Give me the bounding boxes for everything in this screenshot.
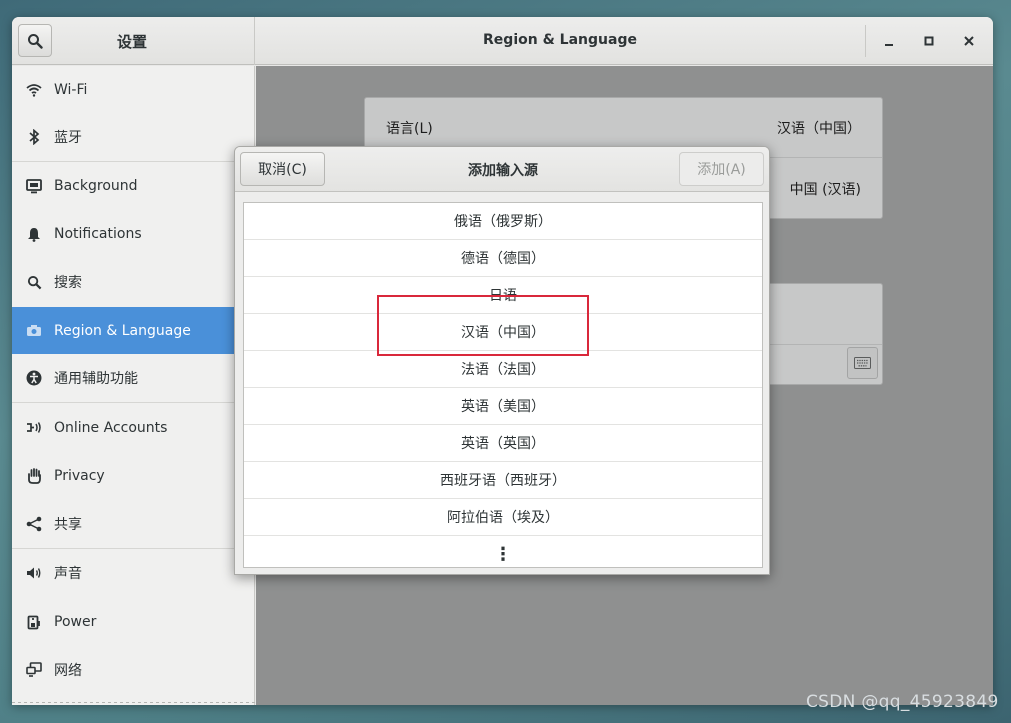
- language-value: 汉语（中国）: [777, 120, 861, 137]
- search-icon: [28, 33, 43, 49]
- list-item[interactable]: 德语（德国）: [244, 240, 762, 277]
- sidebar-item-label: Privacy: [54, 468, 105, 484]
- add-button[interactable]: 添加(A): [679, 152, 764, 186]
- online-accounts-icon: [26, 420, 42, 436]
- hand-icon: [26, 468, 42, 484]
- sidebar-item-label: 通用辅助功能: [54, 371, 138, 387]
- share-icon: [26, 516, 42, 532]
- cancel-button[interactable]: 取消(C): [240, 152, 325, 186]
- add-input-source-dialog: 取消(C) 添加输入源 添加(A) 俄语（俄罗斯） 德语（德国） 日语 汉语（中…: [234, 146, 770, 575]
- power-icon: [26, 614, 42, 630]
- minimize-icon: [885, 44, 893, 46]
- watermark: CSDN @qq_45923849: [806, 692, 999, 712]
- sidebar-item-label: Region & Language: [54, 322, 191, 339]
- sidebar-item-privacy[interactable]: Privacy: [12, 452, 255, 500]
- keyboard-button[interactable]: [847, 347, 878, 379]
- dialog-header: 取消(C) 添加输入源 添加(A): [235, 147, 769, 192]
- headerbar-left: 设置: [12, 17, 255, 65]
- list-item[interactable]: 西班牙语（西班牙）: [244, 462, 762, 499]
- page-title: Region & Language: [483, 32, 637, 48]
- minimize-button[interactable]: [877, 29, 901, 53]
- sidebar-bottom-edge: [12, 702, 255, 703]
- sidebar-item-label: Power: [54, 613, 97, 630]
- sidebar: Wi-Fi 蓝牙 Background Notifications 搜索 Reg…: [12, 66, 255, 705]
- bell-icon: [26, 226, 42, 242]
- sidebar-item-wifi[interactable]: Wi-Fi: [12, 66, 255, 113]
- sidebar-item-power[interactable]: Power: [12, 597, 255, 646]
- sidebar-item-bluetooth[interactable]: 蓝牙: [12, 113, 255, 161]
- close-icon: [964, 36, 974, 46]
- language-label: 语言(L): [386, 120, 433, 137]
- accessibility-icon: [26, 370, 42, 386]
- maximize-icon: [924, 36, 934, 46]
- list-item[interactable]: 阿拉伯语（埃及）: [244, 499, 762, 536]
- sidebar-item-label: Notifications: [54, 226, 142, 242]
- network-icon: [26, 662, 42, 678]
- sidebar-item-label: 搜索: [54, 275, 82, 291]
- sidebar-item-label: 共享: [54, 516, 82, 533]
- sidebar-item-label: 蓝牙: [54, 130, 82, 146]
- sidebar-item-notifications[interactable]: Notifications: [12, 210, 255, 258]
- sidebar-item-label: 网络: [54, 662, 82, 679]
- headerbar: 设置 Region & Language: [12, 17, 993, 65]
- sidebar-item-label: Wi-Fi: [54, 81, 88, 98]
- sidebar-item-accessibility[interactable]: 通用辅助功能: [12, 354, 255, 402]
- list-item[interactable]: 英语（美国）: [244, 388, 762, 425]
- settings-title: 设置: [116, 33, 147, 51]
- list-item[interactable]: 英语（英国）: [244, 425, 762, 462]
- highlight-box: [377, 295, 589, 356]
- wifi-icon: [26, 82, 42, 98]
- list-item[interactable]: 俄语（俄罗斯）: [244, 203, 762, 240]
- formats-value: 中国 (汉语): [789, 181, 861, 198]
- list-item[interactable]: 法语（法国）: [244, 351, 762, 388]
- search-icon: [26, 274, 42, 290]
- more-options-icon[interactable]: ⋮: [244, 536, 762, 573]
- sidebar-item-sound[interactable]: 声音: [12, 549, 255, 597]
- sidebar-item-label: Background: [54, 178, 138, 194]
- sidebar-item-search[interactable]: 搜索: [12, 258, 255, 306]
- dialog-title: 添加输入源: [468, 163, 538, 179]
- sidebar-item-network[interactable]: 网络: [12, 646, 255, 693]
- maximize-button[interactable]: [917, 29, 941, 53]
- close-button[interactable]: [957, 29, 981, 53]
- bluetooth-icon: [26, 129, 42, 145]
- background-icon: [26, 178, 42, 194]
- input-source-list: 俄语（俄罗斯） 德语（德国） 日语 汉语（中国） 法语（法国） 英语（美国） 英…: [243, 202, 763, 568]
- headerbar-separator: [865, 25, 866, 57]
- search-button[interactable]: [18, 24, 52, 57]
- sidebar-item-region-language[interactable]: Region & Language: [12, 307, 255, 354]
- sidebar-item-label: 声音: [54, 566, 82, 582]
- camera-icon: [26, 323, 42, 339]
- sidebar-item-background[interactable]: Background: [12, 162, 255, 210]
- keyboard-icon: [854, 357, 871, 369]
- sidebar-item-online-accounts[interactable]: Online Accounts: [12, 403, 255, 452]
- speaker-icon: [26, 565, 42, 581]
- sidebar-item-sharing[interactable]: 共享: [12, 500, 255, 547]
- sidebar-item-label: Online Accounts: [54, 419, 168, 436]
